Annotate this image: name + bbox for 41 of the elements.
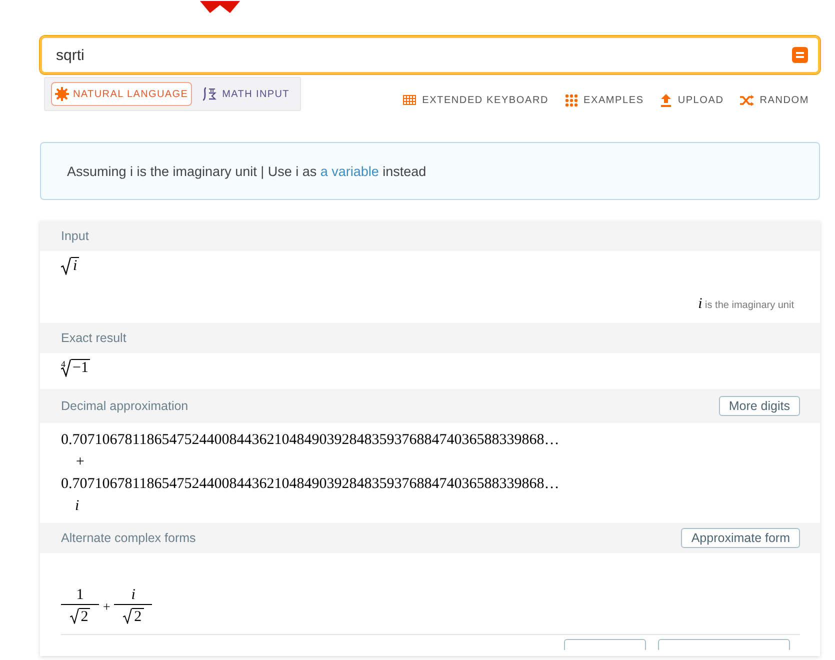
shuffle-icon — [740, 94, 754, 106]
pod-button[interactable]: More digits — [718, 396, 800, 416]
decimal-line: + — [74, 453, 86, 472]
numerator: 1 — [61, 587, 99, 605]
pod-note: i is the imaginary unit — [697, 296, 794, 313]
radicand: i — [71, 257, 80, 275]
radical-sign-icon — [70, 608, 79, 624]
equals-icon[interactable] — [792, 47, 808, 63]
decimal-line: 0.707106781186547524400844362104849039284835937688474036588339868… — [61, 431, 560, 450]
radical-sign-icon — [61, 257, 71, 275]
radicand: −1 — [70, 359, 90, 377]
plus-sign: + — [103, 598, 110, 614]
mode-tab[interactable]: NATURAL LANGUAGE — [51, 82, 192, 106]
pod-title: Decimal approximation — [61, 399, 188, 413]
assumption-text: Assuming i is the imaginary unit | Use i as a variable instead — [67, 164, 426, 178]
pod-button[interactable]: Approximate form — [681, 528, 800, 548]
pod-title: Input — [61, 229, 89, 243]
root-index: 4 — [61, 359, 66, 369]
toolbar-link[interactable]: UPLOAD — [660, 94, 724, 106]
toolbar-link[interactable]: EXTENDED KEYBOARD — [403, 94, 548, 106]
upload-icon — [660, 94, 672, 106]
keyboard-icon — [403, 95, 416, 105]
dots-grid-icon — [564, 94, 578, 106]
pod-button[interactable] — [658, 639, 790, 650]
sun-icon — [55, 87, 69, 101]
toolbar-link[interactable]: RANDOM — [740, 94, 809, 106]
toolbar-link[interactable]: EXAMPLES — [564, 94, 644, 106]
radical-sign-icon — [123, 608, 132, 624]
pod-title: Exact result — [61, 331, 126, 345]
decimal-line: 0.707106781186547524400844362104849039284835937688474036588339868… — [61, 475, 560, 494]
search-input[interactable]: sqrti — [54, 46, 792, 64]
denominator: 2 — [78, 608, 90, 626]
pod-title: Alternate complex forms — [61, 531, 196, 545]
denominator: 2 — [132, 608, 144, 626]
numerator: i — [114, 587, 152, 605]
pod-button[interactable] — [564, 639, 646, 650]
radical-sign-icon — [60, 359, 70, 377]
mode-tab[interactable]: MATH INPUT — [198, 82, 294, 106]
decimal-line: i — [74, 497, 80, 516]
integral-sigma-icon — [202, 87, 218, 101]
search-bar[interactable]: sqrti — [40, 36, 820, 74]
